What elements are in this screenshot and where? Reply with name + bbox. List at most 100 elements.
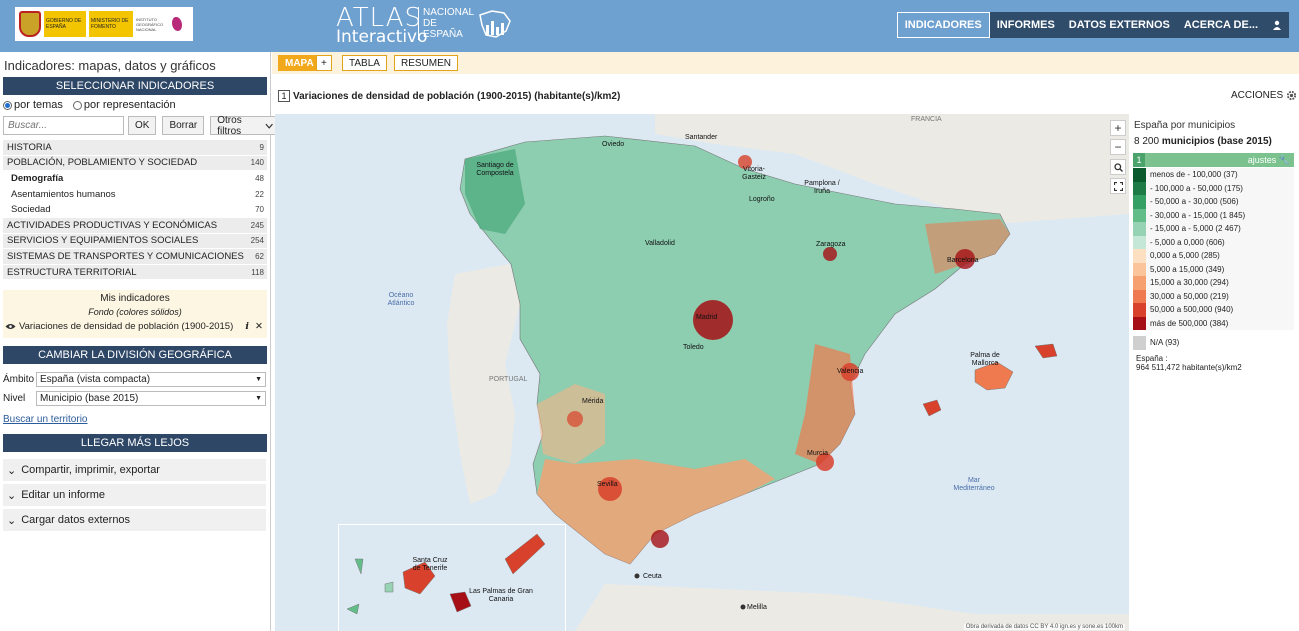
info-icon[interactable]: i xyxy=(245,321,249,332)
change-division-header[interactable]: CAMBIAR LA DIVISIÓN GEOGRÁFICA xyxy=(3,346,267,364)
chevron-down-icon: ⌄ xyxy=(7,464,17,477)
theme-actividades[interactable]: ACTIVIDADES PRODUCTIVAS Y ECONÓMICAS 245 xyxy=(3,217,267,234)
atlas-logo[interactable]: ATLAS Interactivo NACIONAL DE ESPAÑA xyxy=(336,5,514,47)
nav-indicadores[interactable]: INDICADORES xyxy=(896,12,990,38)
accordion-label: Compartir, imprimir, exportar xyxy=(21,464,160,476)
legend-count: 8 200 municipios (base 2015) xyxy=(1134,136,1299,147)
label-valladolid: Valladolid xyxy=(645,240,675,247)
label-santa-cruz: Santa Cruz de Tenerife xyxy=(412,557,448,572)
theme-label: HISTORIA xyxy=(7,141,52,153)
theme-asentamientos[interactable]: Asentamientos humanos 22 xyxy=(3,186,267,203)
search-territory-link[interactable]: Buscar un territorio xyxy=(3,414,87,425)
search-input[interactable] xyxy=(3,116,124,135)
nivel-select[interactable]: Municipio (base 2015) ▼ xyxy=(36,391,266,406)
legend-count-value: 8 200 xyxy=(1134,136,1160,147)
acciones-label: ACCIONES xyxy=(1231,90,1284,101)
theme-servicios[interactable]: SERVICIOS Y EQUIPAMIENTOS SOCIALES 254 xyxy=(3,233,267,250)
legend-item[interactable]: - 30,000 a - 15,000 (1 845) xyxy=(1133,208,1294,222)
user-icon[interactable] xyxy=(1265,12,1289,38)
choropleth-map[interactable]: + − FRANCIA PORTUGAL Océano Atlántico Ma… xyxy=(275,114,1129,631)
go-further-header[interactable]: LLEGAR MÁS LEJOS xyxy=(3,434,267,452)
zaragoza-area xyxy=(823,247,837,261)
tab-resumen[interactable]: RESUMEN xyxy=(394,55,459,71)
legend-swatch xyxy=(1133,303,1146,317)
theme-transportes[interactable]: SISTEMAS DE TRANSPORTES Y COMUNICACIONES… xyxy=(3,249,267,265)
label-santander: Santander xyxy=(685,134,718,141)
ambito-row: Ámbito España (vista compacta) ▼ xyxy=(3,372,266,387)
accordion-load-data[interactable]: ⌄ Cargar datos externos xyxy=(3,509,266,531)
legend-item[interactable]: 5,000 a 15,000 (349) xyxy=(1133,262,1294,276)
legend-item[interactable]: - 15,000 a - 5,000 (2 467) xyxy=(1133,222,1294,236)
label-merida: Mérida xyxy=(582,398,604,405)
legend-item[interactable]: - 50,000 a - 30,000 (506) xyxy=(1133,195,1294,209)
theme-demografia[interactable]: Demografía 48 xyxy=(3,171,267,187)
search-icon[interactable] xyxy=(1110,159,1126,175)
label-valencia: Valencia xyxy=(837,368,864,375)
radio-por-representacion[interactable]: por representación xyxy=(72,99,176,111)
ajustes-button[interactable]: ajustes 🔧 xyxy=(1248,155,1290,166)
chevron-down-icon: ⌄ xyxy=(7,514,17,527)
legend-item-label: menos de - 100,000 (37) xyxy=(1150,170,1238,180)
legend-na-item: N/A (93) xyxy=(1133,336,1299,350)
caret-down-icon: ▼ xyxy=(255,376,262,383)
radio-por-temas[interactable]: por temas xyxy=(3,99,63,111)
my-indicator-item[interactable]: Variaciones de densidad de población (19… xyxy=(3,321,267,332)
tab-add[interactable]: + xyxy=(316,55,332,71)
ambito-select[interactable]: España (vista compacta) ▼ xyxy=(36,372,266,387)
atlas-subtitle: Interactivo xyxy=(336,27,428,47)
theme-poblacion[interactable]: POBLACIÓN, POBLAMIENTO Y SOCIEDAD 140 xyxy=(3,155,267,172)
my-indicator-label: Variaciones de densidad de población (19… xyxy=(19,321,234,332)
legend-item[interactable]: 0,000 a 5,000 (285) xyxy=(1133,249,1294,263)
theme-sociedad[interactable]: Sociedad 70 xyxy=(3,202,267,218)
radio-label: por representación xyxy=(83,99,176,111)
legend-item-label: 50,000 a 500,000 (940) xyxy=(1150,305,1234,315)
theme-estructura[interactable]: ESTRUCTURA TERRITORIAL 118 xyxy=(3,264,267,281)
gear-icon xyxy=(1287,90,1297,101)
nav-datos-externos[interactable]: DATOS EXTERNOS xyxy=(1061,12,1177,38)
background-mode-link[interactable]: Fondo (colores sólidos) xyxy=(3,307,267,317)
nav-acerca-de[interactable]: ACERCA DE... xyxy=(1176,12,1265,38)
theme-count: 22 xyxy=(255,189,264,199)
legend-item[interactable]: - 100,000 a - 50,000 (175) xyxy=(1133,181,1294,195)
legend-total-value: 964 511,472 habitante(s)/km2 xyxy=(1136,362,1242,372)
select-indicators-header[interactable]: SELECCIONAR INDICADORES xyxy=(3,77,267,95)
merida-area xyxy=(567,411,583,427)
legend-swatch xyxy=(1133,181,1146,195)
label-madrid: Madrid xyxy=(696,314,718,321)
nav-informes[interactable]: INFORMES xyxy=(989,12,1062,38)
ok-button[interactable]: OK xyxy=(128,116,157,135)
legend-item[interactable]: 15,000 a 30,000 (294) xyxy=(1133,276,1294,290)
accordion-edit-report[interactable]: ⌄ Editar un informe xyxy=(3,484,266,506)
clear-button[interactable]: Borrar xyxy=(162,116,205,135)
indicator-number: 1 xyxy=(278,90,290,102)
tab-tabla[interactable]: TABLA xyxy=(342,55,387,71)
government-logo[interactable]: GOBIERNO DE ESPAÑA MINISTERIO DE FOMENTO… xyxy=(15,7,193,41)
label-pamplona: Pamplona / Iruña xyxy=(804,180,840,195)
legend-item[interactable]: - 5,000 a 0,000 (606) xyxy=(1133,235,1294,249)
ajustes-label: ajustes xyxy=(1247,154,1277,165)
zoom-in-button[interactable]: + xyxy=(1110,120,1126,136)
theme-count: 245 xyxy=(250,220,264,230)
legend-item[interactable]: menos de - 100,000 (37) xyxy=(1133,168,1294,182)
legend-header: 1 ajustes 🔧 xyxy=(1133,153,1294,167)
theme-label: Demografía xyxy=(11,172,64,184)
theme-historia[interactable]: HISTORIA 9 xyxy=(3,140,267,156)
tab-mapa[interactable]: MAPA xyxy=(278,55,321,71)
canary-islands-inset xyxy=(338,524,566,631)
other-filters-dropdown[interactable]: Otros filtros xyxy=(210,115,281,137)
legend-swatch xyxy=(1133,262,1146,276)
legend-na-label: N/A (93) xyxy=(1150,338,1180,348)
fullscreen-icon[interactable] xyxy=(1110,178,1126,194)
accordion-share[interactable]: ⌄ Compartir, imprimir, exportar xyxy=(3,459,266,481)
gov-label: GOBIERNO DE ESPAÑA xyxy=(44,11,86,37)
close-icon[interactable]: ✕ xyxy=(255,321,263,332)
eye-icon[interactable] xyxy=(5,323,16,330)
zoom-out-button[interactable]: − xyxy=(1110,139,1126,155)
legend-item[interactable]: 30,000 a 50,000 (219) xyxy=(1133,289,1294,303)
acciones-menu[interactable]: ACCIONES xyxy=(1231,90,1297,101)
chevron-down-icon: ⌄ xyxy=(7,489,17,502)
legend-item[interactable]: más de 500,000 (384) xyxy=(1133,316,1294,330)
legend-swatch xyxy=(1133,168,1146,182)
legend-item[interactable]: 50,000 a 500,000 (940) xyxy=(1133,303,1294,317)
indicator-title: 1 Variaciones de densidad de población (… xyxy=(278,90,620,102)
